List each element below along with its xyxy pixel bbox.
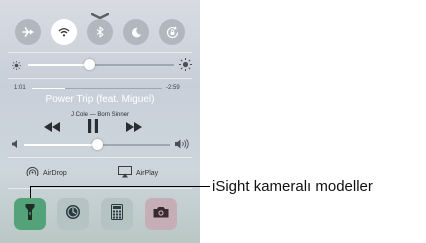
- airdrop-label: AirDrop: [43, 169, 67, 177]
- flashlight-button[interactable]: [14, 198, 46, 230]
- playback-track-empty: [65, 88, 162, 89]
- wifi-icon: [58, 27, 70, 37]
- bluetooth-icon: [96, 26, 104, 38]
- brightness-track-filled: [28, 64, 89, 66]
- wifi-toggle[interactable]: [51, 19, 77, 45]
- toggle-row: [0, 19, 200, 45]
- playback-scrubber[interactable]: [32, 88, 162, 89]
- elapsed-time: 1:01: [14, 85, 26, 91]
- brightness-high-icon: [178, 57, 193, 72]
- remaining-time: -2:59: [166, 85, 180, 91]
- grabber-chevron-icon[interactable]: [90, 6, 110, 20]
- brightness-low-icon: [10, 59, 22, 71]
- pause-button[interactable]: [85, 118, 101, 138]
- fast-forward-button[interactable]: [125, 121, 143, 135]
- volume-track-filled: [24, 144, 97, 146]
- control-center-panel: 1:01 -2:59 Power Trip (feat. Miguel) J C…: [0, 0, 200, 243]
- brightness-slider[interactable]: [28, 59, 174, 70]
- playback-track-filled: [32, 88, 65, 89]
- fast-forward-icon: [126, 119, 142, 137]
- flashlight-icon: [25, 203, 35, 226]
- moon-icon: [131, 27, 142, 38]
- artist-album: J Cole — Born Sinner: [70, 112, 130, 118]
- airplay-icon: [118, 166, 132, 180]
- calculator-button[interactable]: [101, 198, 133, 230]
- callout-leader: [30, 186, 31, 198]
- do-not-disturb-toggle[interactable]: [123, 19, 149, 45]
- brightness-track-empty: [89, 64, 174, 66]
- rewind-icon: [44, 119, 60, 137]
- airplay-label: AirPlay: [136, 169, 159, 177]
- pause-icon: [88, 118, 98, 138]
- rewind-button[interactable]: [43, 121, 61, 135]
- brightness-knob[interactable]: [84, 59, 95, 70]
- timer-button[interactable]: [57, 198, 89, 230]
- rotation-lock-icon: [166, 26, 179, 39]
- song-title: Power Trip (feat. Miguel): [45, 94, 155, 105]
- divider: [8, 188, 192, 189]
- bluetooth-toggle[interactable]: [87, 19, 113, 45]
- timer-icon: [65, 204, 81, 225]
- airdrop-icon: [26, 166, 39, 180]
- volume-slider[interactable]: [24, 139, 170, 150]
- rotation-lock-toggle[interactable]: [159, 19, 185, 45]
- airplane-mode-toggle[interactable]: [15, 19, 41, 45]
- calculator-icon: [111, 203, 123, 225]
- volume-knob[interactable]: [92, 139, 103, 150]
- callout-line: [30, 186, 210, 187]
- camera-icon: [153, 205, 169, 223]
- divider: [8, 52, 192, 53]
- divider: [8, 78, 192, 79]
- volume-low-icon: [10, 139, 20, 149]
- volume-track-empty: [97, 144, 170, 146]
- camera-button[interactable]: [145, 198, 177, 230]
- callout-label: iSight kameralı modeller: [212, 178, 373, 195]
- volume-high-icon: [174, 137, 190, 151]
- airplay-button[interactable]: AirPlay: [118, 166, 158, 180]
- airplane-icon: [22, 26, 34, 38]
- airdrop-button[interactable]: AirDrop: [26, 166, 67, 180]
- divider: [8, 157, 192, 158]
